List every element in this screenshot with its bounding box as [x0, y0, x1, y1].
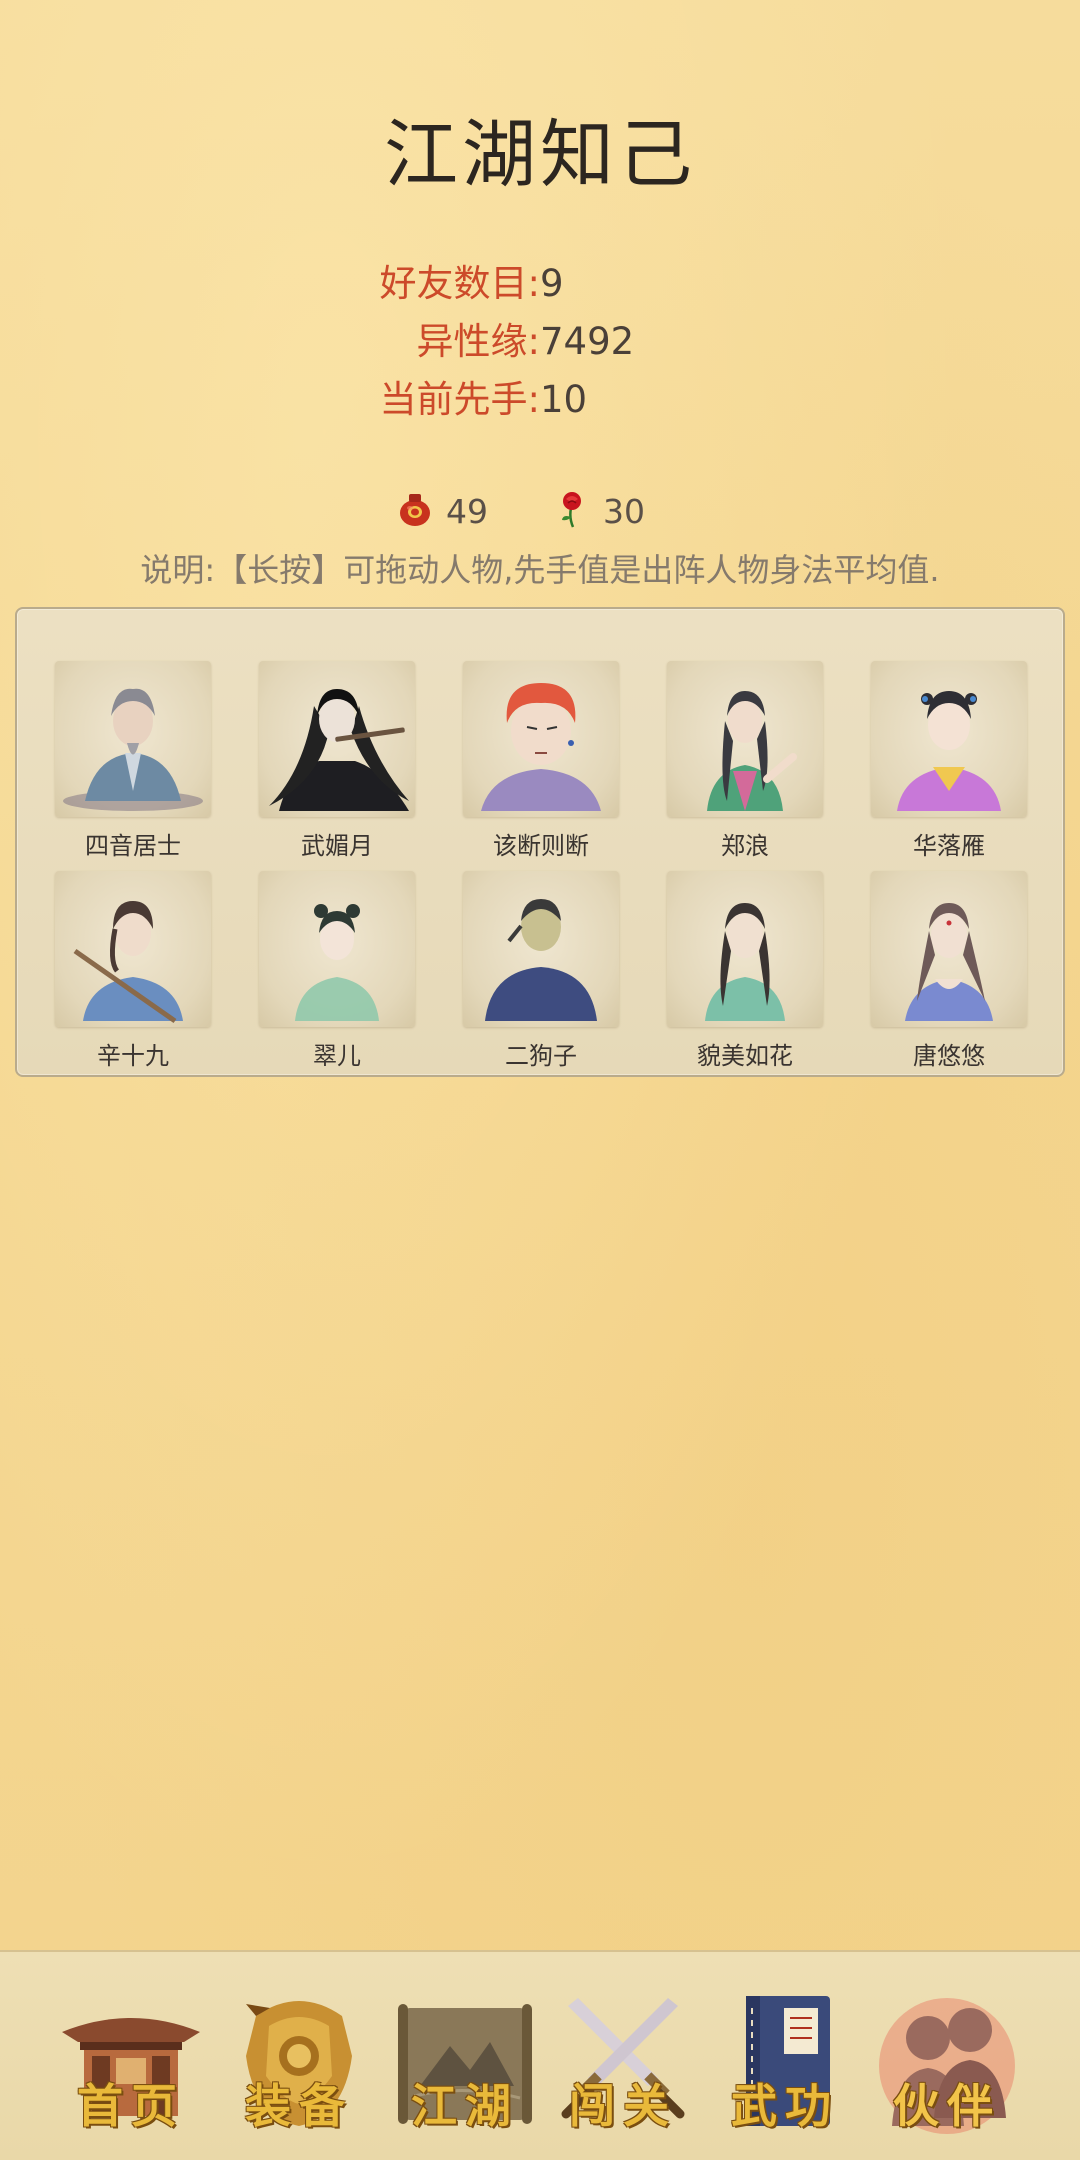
tab-label: 闯关 [569, 2079, 677, 2133]
tab-label: 首页 [77, 2079, 185, 2133]
wine-jar-icon [398, 490, 432, 532]
partner-card[interactable]: 郑浪 [665, 661, 825, 861]
currency-value: 49 [446, 491, 488, 531]
currency-bar: 49 30 [0, 488, 1080, 534]
currency-value: 30 [603, 491, 645, 531]
partner-name: 二狗子 [505, 1042, 577, 1070]
stat-value: 9 [540, 262, 564, 305]
partner-card[interactable]: 貌美如花 [665, 871, 825, 1071]
partner-name: 辛十九 [97, 1042, 169, 1070]
currency-rose: 30 [555, 488, 645, 534]
tab-jianghu[interactable]: 江湖 [390, 1986, 540, 2136]
partner-card[interactable]: 二狗子 [461, 871, 621, 1071]
partner-portrait [871, 871, 1027, 1027]
partner-name: 郑浪 [721, 832, 769, 860]
partner-name: 该断则断 [493, 832, 589, 860]
partner-card[interactable]: 翠儿 [257, 871, 417, 1071]
partner-portrait [871, 661, 1027, 817]
partner-grid-panel: 四音居士 武媚月 该断则断 郑浪 华落雁 辛十九 翠儿 二狗子 貌美如花 唐悠悠 [15, 607, 1065, 1077]
page-title: 江湖知己 [384, 112, 696, 198]
tab-equipment[interactable]: 装备 [224, 1986, 374, 2136]
partner-portrait [463, 871, 619, 1027]
stat-initiative: 当前先手: 10 [0, 376, 1080, 424]
stat-value: 7492 [540, 320, 635, 363]
partner-portrait [55, 871, 211, 1027]
partner-portrait [259, 661, 415, 817]
partner-card[interactable]: 唐悠悠 [869, 871, 1029, 1071]
stat-friend-count: 好友数目: 9 [0, 260, 1080, 308]
partner-card[interactable]: 四音居士 [53, 661, 213, 861]
tab-companions[interactable]: 伙伴 [872, 1986, 1022, 2136]
stat-label: 当前先手: [379, 378, 540, 421]
tab-label: 江湖 [411, 2079, 519, 2133]
page-background: 江湖知己 好友数目: 9 异性缘: 7492 当前先手: 10 49 30 说明… [0, 0, 1080, 2160]
partner-name: 华落雁 [913, 832, 985, 860]
partner-card[interactable]: 华落雁 [869, 661, 1029, 861]
bottom-nav: 首页 装备 江湖 闯关 武功 伙伴 [0, 1950, 1080, 2160]
instruction-note: 说明:【长按】可拖动人物,先手值是出阵人物身法平均值. [140, 551, 940, 589]
tab-home[interactable]: 首页 [56, 1986, 206, 2136]
partner-name: 唐悠悠 [913, 1042, 985, 1070]
partner-name: 四音居士 [85, 832, 181, 860]
partner-card[interactable]: 该断则断 [461, 661, 621, 861]
stat-charm: 异性缘: 7492 [0, 318, 1080, 366]
partner-name: 貌美如花 [697, 1042, 793, 1070]
partner-card[interactable]: 武媚月 [257, 661, 417, 861]
partner-portrait [259, 871, 415, 1027]
partner-name: 翠儿 [313, 1042, 361, 1070]
tab-label: 装备 [245, 2079, 353, 2133]
partner-name: 武媚月 [301, 832, 373, 860]
partner-card[interactable]: 辛十九 [53, 871, 213, 1071]
partner-portrait [55, 661, 211, 817]
stat-label: 异性缘: [416, 320, 540, 363]
stat-label: 好友数目: [379, 262, 540, 305]
rose-icon [555, 490, 589, 532]
tab-challenge[interactable]: 闯关 [548, 1986, 698, 2136]
tab-label: 武功 [731, 2079, 839, 2133]
tab-label: 伙伴 [893, 2079, 1001, 2133]
stat-value: 10 [540, 378, 588, 421]
tab-martial-arts[interactable]: 武功 [710, 1986, 860, 2136]
currency-wine: 49 [398, 488, 488, 534]
partner-portrait [667, 871, 823, 1027]
partner-portrait [667, 661, 823, 817]
partner-portrait [463, 661, 619, 817]
